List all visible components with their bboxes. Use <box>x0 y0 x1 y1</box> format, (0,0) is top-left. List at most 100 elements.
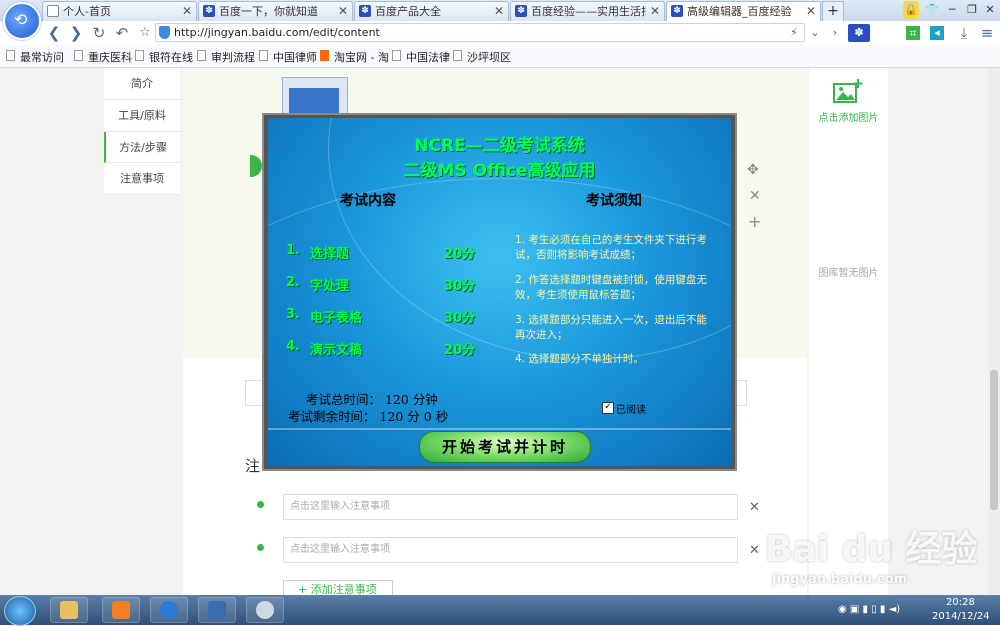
chevron-down-icon[interactable]: ⌄ <box>806 24 824 42</box>
item-score: 20分 <box>444 247 476 262</box>
tab-baidu-jingyan[interactable]: ✽ 百度经验——实用生活指南 ✕ <box>510 1 665 21</box>
taskbar-paint[interactable] <box>246 597 284 623</box>
navigation-bar: ❮ ❯ ↻ ↶ ☆ http://jingyan.baidu.com/edit/… <box>0 21 1000 46</box>
browser-icon <box>160 601 178 619</box>
exam-subtitle: 二级MS Office高级应用 <box>403 161 596 181</box>
bookmark-item[interactable]: 淘宝网 - 淘 <box>318 49 389 65</box>
baidu-paw-icon: ✽ <box>515 5 527 17</box>
add-image-label[interactable]: 点击添加图片 <box>809 109 888 124</box>
bookmark-item[interactable]: 重庆医科 <box>72 49 132 65</box>
clock-time[interactable]: 20:28 <box>946 597 975 608</box>
tab-baidu-search[interactable]: ✽ 百度一下，你就知道 ✕ <box>198 1 353 21</box>
nav-intro[interactable]: 简介 <box>104 68 180 100</box>
clock-date[interactable]: 2014/12/24 <box>932 611 990 622</box>
item-number: 3. <box>286 307 300 322</box>
speaker-icon[interactable]: ◂ <box>930 26 944 40</box>
close-icon[interactable]: ✕ <box>650 2 660 21</box>
baidu-paw-icon: ✽ <box>203 5 215 17</box>
watermark-url: jingyan.baidu.com <box>772 572 908 587</box>
add-image-icon[interactable] <box>832 78 864 104</box>
taskbar-browser[interactable] <box>150 597 188 623</box>
menu-icon[interactable]: ≡ <box>978 24 996 42</box>
taobao-icon <box>320 50 329 61</box>
bookmark-item[interactable]: 银符在线 <box>133 49 193 65</box>
back-icon[interactable]: ❮ <box>45 24 63 42</box>
bookmark-item[interactable]: 中国律师 <box>257 49 317 65</box>
bookmark-item[interactable]: 审判流程 <box>195 49 255 65</box>
bookmark-item[interactable]: 最常访问 <box>4 49 64 65</box>
refresh-icon[interactable]: ↻ <box>90 24 108 42</box>
nav-steps[interactable]: 方法/步骤 <box>104 132 180 163</box>
item-name: 电子表格 <box>310 311 363 326</box>
tab-baidu-products[interactable]: ✽ 百度产品大全 ✕ <box>354 1 509 21</box>
pdf-icon <box>112 601 130 619</box>
delete-note-icon[interactable]: ✕ <box>749 543 760 558</box>
nav-tools[interactable]: 工具/原料 <box>104 100 180 132</box>
window-close-icon[interactable]: ✕ <box>980 1 1000 19</box>
shield-icon <box>159 26 170 39</box>
close-icon[interactable]: ✕ <box>182 2 192 21</box>
delete-note-icon[interactable]: ✕ <box>749 500 760 515</box>
page-icon <box>197 50 206 61</box>
undo-icon[interactable]: ↶ <box>113 24 131 42</box>
taskbar-pdf[interactable] <box>102 597 140 623</box>
paint-icon <box>256 601 274 619</box>
close-icon[interactable]: ✕ <box>338 2 348 21</box>
bullet-dot <box>257 544 264 551</box>
minimize-icon[interactable]: ─ <box>942 1 962 19</box>
taskbar-explorer[interactable] <box>50 597 88 623</box>
read-label: 已阅读 <box>616 405 646 416</box>
delete-step-icon[interactable]: ✕ <box>749 188 761 204</box>
item-name: 字处理 <box>310 279 350 294</box>
chevron-right-icon[interactable]: › <box>826 24 844 42</box>
notes-section-title: 注 <box>245 457 261 475</box>
notice-item: 1. 考生必须在自己的考生文件夹下进行考试，否则将影响考试成绩； <box>515 234 707 261</box>
add-step-icon[interactable]: + <box>748 212 761 231</box>
crop-icon[interactable]: ⌗ <box>906 26 920 40</box>
tray-icons[interactable]: ◉ ▣ ▮ ▯ ▮ ◄) <box>838 604 900 615</box>
item-score: 30分 <box>444 279 476 294</box>
page-icon <box>74 50 83 61</box>
download-icon[interactable]: ⤓ <box>955 24 973 42</box>
bullet-dot <box>257 501 264 508</box>
exam-dialog: NCRE—二级考试系统 二级MS Office高级应用 考试内容 考试须知 1.… <box>262 113 737 471</box>
tab-advanced-editor[interactable]: ✽ 高级编辑器_百度经验 ✕ <box>666 1 821 21</box>
note-input-2[interactable]: 点击这里输入注意事项 <box>283 537 738 563</box>
start-exam-button[interactable]: 开始考试并计时 <box>419 431 591 463</box>
scrollbar-thumb[interactable] <box>990 370 998 510</box>
move-icon[interactable]: ✥ <box>747 162 759 178</box>
image-panel: 点击添加图片 图库暂无图片 <box>809 68 888 595</box>
lock-icon[interactable]: 🔒 <box>903 1 919 19</box>
address-bar[interactable]: http://jingyan.baidu.com/edit/content <box>155 23 805 42</box>
windows-start-icon[interactable] <box>4 596 36 626</box>
exam-app-icon <box>208 601 226 619</box>
close-icon[interactable]: ✕ <box>806 2 816 21</box>
item-name: 选择题 <box>310 247 350 262</box>
page-icon <box>135 50 144 61</box>
browser-logo-icon[interactable]: ⟲ <box>3 2 41 40</box>
bookmark-item[interactable]: 中国法律 <box>390 49 450 65</box>
forward-icon[interactable]: ❯ <box>67 24 85 42</box>
lightning-icon[interactable]: ⚡ <box>785 24 803 42</box>
nav-notes[interactable]: 注意事项 <box>104 163 180 195</box>
close-icon[interactable]: ✕ <box>494 2 504 21</box>
baidu-paw-icon: ✽ <box>359 5 371 17</box>
new-tab-button[interactable]: + <box>822 1 844 21</box>
bookmark-item[interactable]: 沙坪坝区 <box>451 49 511 65</box>
taskbar-exam[interactable] <box>198 597 236 623</box>
item-number: 1. <box>286 243 300 258</box>
note-input-1[interactable]: 点击这里输入注意事项 <box>283 494 738 520</box>
search-engine-icon[interactable]: ✽ <box>848 24 870 42</box>
restore-icon[interactable]: ❐ <box>962 1 982 19</box>
read-checkbox[interactable]: ✓ <box>602 402 614 414</box>
shirt-icon[interactable]: 👕 <box>922 1 942 19</box>
tab-personal-home[interactable]: 个人-首页 ✕ <box>42 1 197 21</box>
notice-item: 3. 选择题部分只能进入一次，退出后不能再次进入； <box>515 314 707 341</box>
url-text[interactable]: http://jingyan.baidu.com/edit/content <box>174 26 380 39</box>
page-icon <box>6 50 15 61</box>
star-icon[interactable]: ☆ <box>136 24 154 42</box>
page-icon <box>453 50 462 61</box>
scrollbar[interactable] <box>988 68 1000 595</box>
item-number: 4. <box>286 339 300 354</box>
item-name: 演示文稿 <box>310 343 363 358</box>
